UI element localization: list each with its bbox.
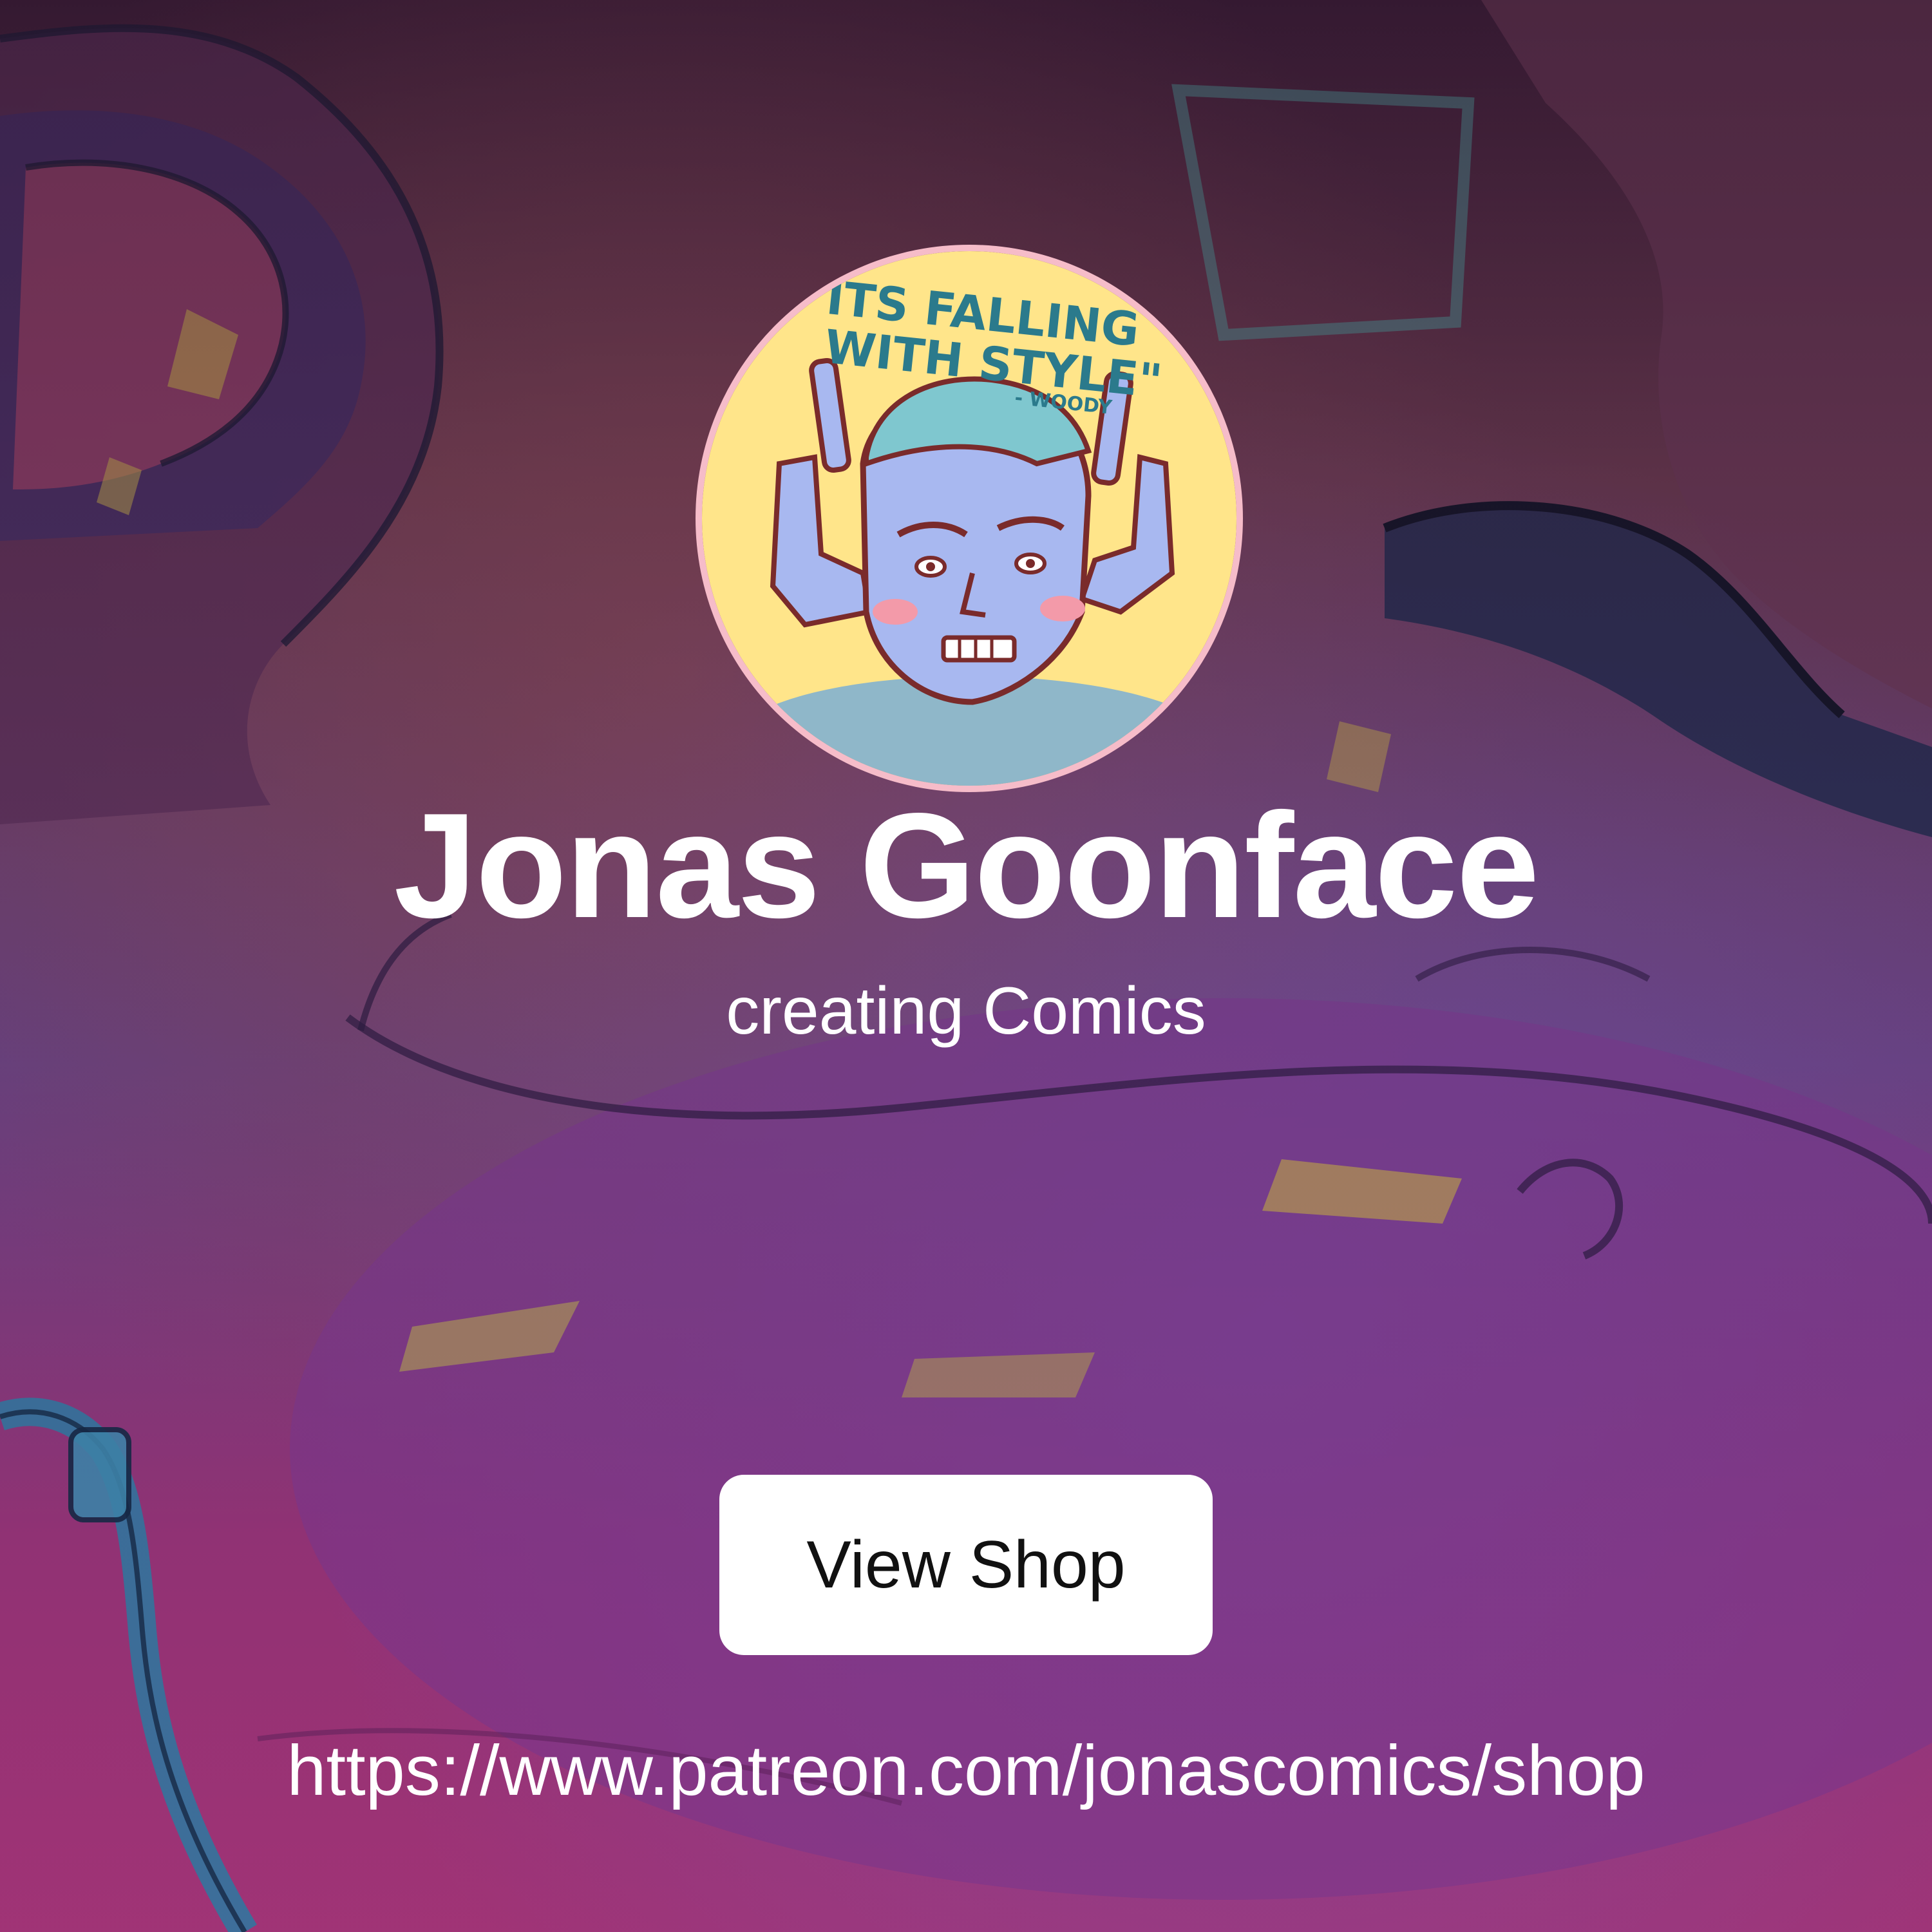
creator-tagline: creating Comics [726,974,1206,1048]
creator-avatar: "ITS FALLING WITH STYLE" - WOODY [702,251,1236,786]
profile-card: "ITS FALLING WITH STYLE" - WOODY Jonas G… [0,0,1932,1932]
view-shop-button[interactable]: View Shop [719,1475,1213,1655]
creator-name: Jonas Goonface [393,782,1540,949]
shop-url-link[interactable]: https://www.patreon.com/jonascomics/shop [0,1726,1932,1816]
